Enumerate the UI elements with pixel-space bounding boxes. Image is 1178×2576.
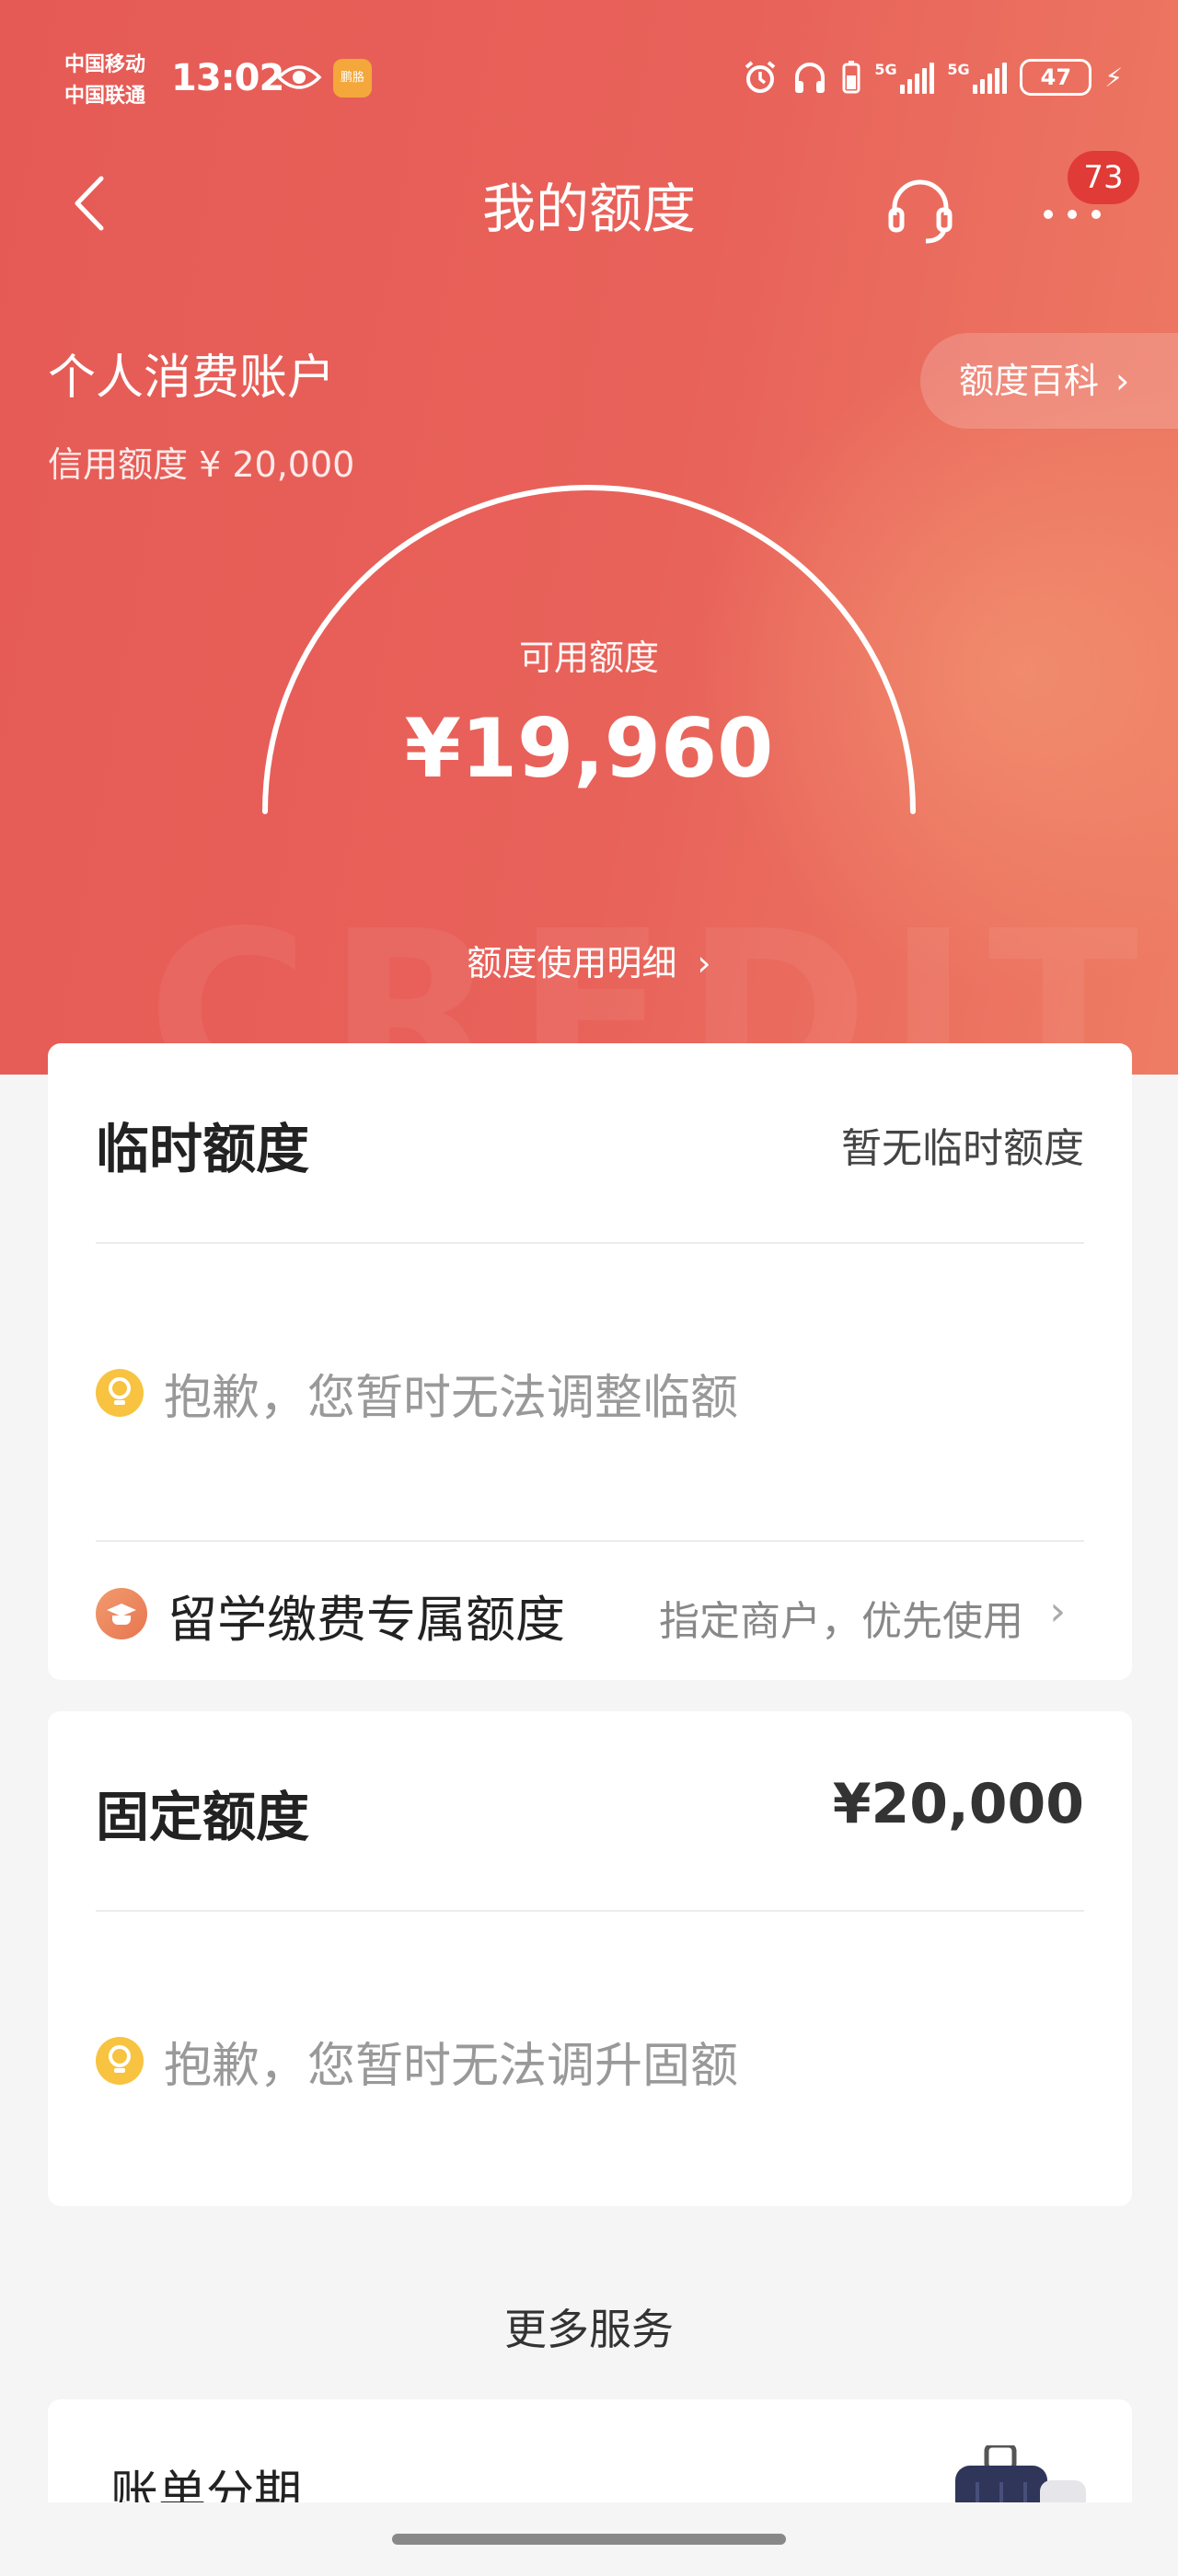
available-limit-value: ¥19,960 bbox=[404, 701, 774, 796]
chevron-right-icon: › bbox=[1049, 1588, 1066, 1635]
device-battery-icon bbox=[842, 61, 860, 94]
nav-bar: 我的额度 73 bbox=[0, 138, 1178, 267]
status-bar: 中国移动 中国联通 13:02 鹏胳 5G 5G 47 ⚡ bbox=[0, 37, 1178, 120]
graduation-cap-icon bbox=[96, 1588, 147, 1639]
available-limit-label: 可用额度 bbox=[518, 638, 659, 678]
more-icon bbox=[1044, 210, 1101, 219]
usage-details-label: 额度使用明细 bbox=[467, 943, 677, 983]
temporary-limit-title: 临时额度 bbox=[96, 1118, 310, 1180]
usage-details-link[interactable]: 额度使用明细 › bbox=[0, 935, 1178, 985]
headphones-icon bbox=[795, 63, 826, 93]
more-services-title: 更多服务 bbox=[504, 2305, 674, 2354]
temporary-limit-header: 临时额度 暂无临时额度 bbox=[96, 1043, 1084, 1244]
message-count-badge: 73 bbox=[1068, 151, 1139, 204]
app-notification-icon: 鹏胳 bbox=[333, 59, 372, 98]
study-abroad-limit-row[interactable]: 留学缴费专属额度 指定商户，优先使用 › bbox=[96, 1540, 1084, 1680]
customer-service-icon[interactable] bbox=[884, 173, 957, 247]
study-abroad-limit-title: 留学缴费专属额度 bbox=[167, 1591, 565, 1649]
fixed-limit-tip-text: 抱歉，您暂时无法调升固额 bbox=[164, 2038, 739, 2094]
charging-icon: ⚡ bbox=[1104, 62, 1123, 93]
fixed-limit-tip: 抱歉，您暂时无法调升固额 bbox=[96, 2024, 738, 2098]
carrier-2: 中国联通 bbox=[64, 85, 146, 108]
eye-icon bbox=[276, 65, 322, 89]
account-header: CREDIT 中国移动 中国联通 13:02 鹏胳 5G 5G 47 ⚡ 我的额… bbox=[0, 0, 1178, 1075]
fixed-limit-amount: ¥20,000 bbox=[832, 1772, 1084, 1836]
signal-icon-2: 5G bbox=[947, 61, 1008, 94]
status-icons: 5G 5G 47 ⚡ bbox=[742, 57, 1123, 98]
temporary-limit-tip: 抱歉，您暂时无法调整临额 bbox=[96, 1356, 738, 1430]
chevron-right-icon: › bbox=[697, 943, 711, 983]
study-abroad-limit-desc: 指定商户，优先使用 bbox=[659, 1598, 1023, 1645]
chevron-right-icon: › bbox=[1115, 361, 1130, 401]
limit-encyclopedia-label: 额度百科 bbox=[959, 361, 1100, 401]
clock: 13:02 bbox=[171, 57, 284, 99]
limit-encyclopedia-button[interactable]: 额度百科 › bbox=[920, 333, 1178, 429]
fixed-limit-header: 固定额度 ¥20,000 bbox=[96, 1711, 1084, 1912]
temporary-limit-tip-text: 抱歉，您暂时无法调整临额 bbox=[164, 1370, 739, 1426]
temporary-limit-status: 暂无临时额度 bbox=[841, 1125, 1084, 1172]
lightbulb-icon bbox=[96, 2037, 144, 2085]
more-button[interactable]: 73 bbox=[1031, 151, 1139, 243]
carrier-1: 中国移动 bbox=[64, 53, 146, 76]
page-title: 我的额度 bbox=[481, 178, 696, 240]
account-name: 个人消费账户 bbox=[48, 351, 336, 406]
fixed-limit-card: 固定额度 ¥20,000 抱歉，您暂时无法调升固额 bbox=[48, 1711, 1132, 2206]
signal-icon-1: 5G bbox=[874, 61, 935, 94]
alarm-icon bbox=[745, 61, 776, 93]
home-indicator[interactable] bbox=[392, 2534, 786, 2545]
carrier-labels: 中国移动 中国联通 bbox=[64, 50, 145, 112]
temporary-limit-card: 临时额度 暂无临时额度 抱歉，您暂时无法调整临额 留学缴费专属额度 指定商户，优… bbox=[48, 1043, 1132, 1680]
battery-indicator: 47 bbox=[1020, 59, 1092, 96]
lightbulb-icon bbox=[96, 1369, 144, 1417]
fixed-limit-title: 固定额度 bbox=[96, 1786, 310, 1848]
